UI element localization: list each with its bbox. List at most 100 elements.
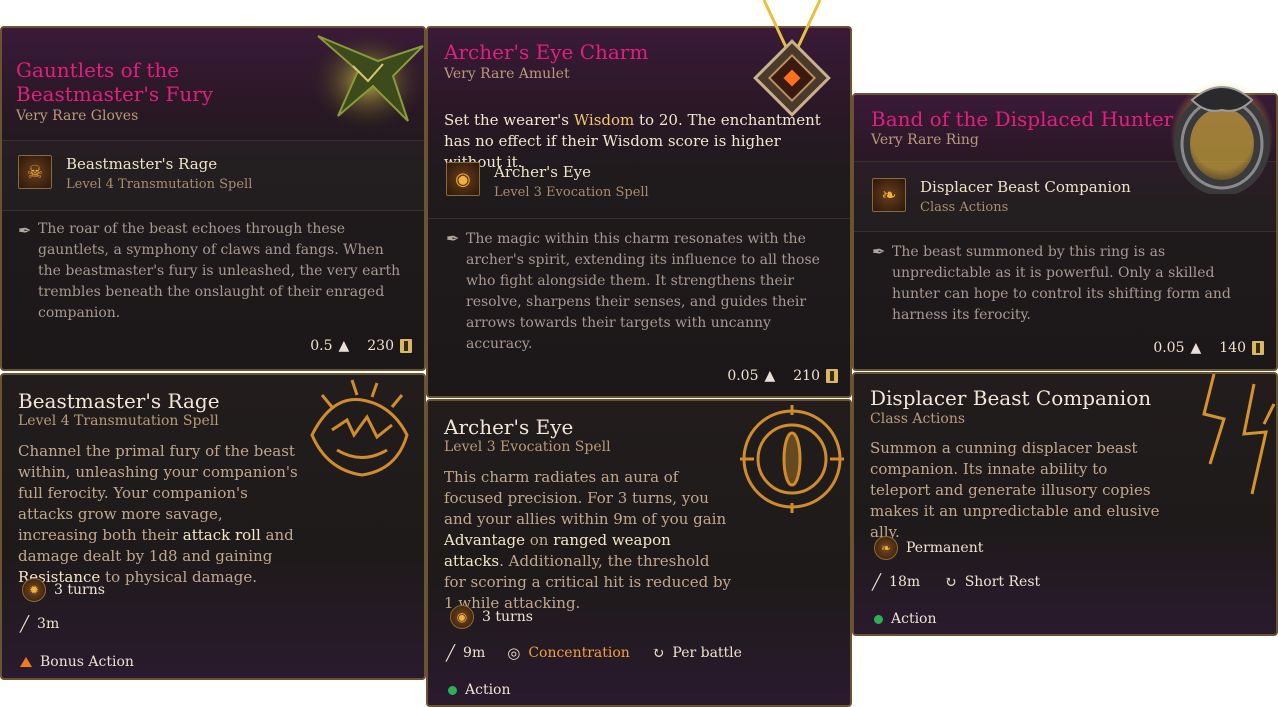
spell-name: Archer's Eye <box>444 415 574 439</box>
concentration-label[interactable]: Concentration <box>528 645 630 661</box>
range-value: 3m <box>37 616 60 632</box>
desc-text: to physical damage. <box>100 568 257 586</box>
ability-name: Displacer Beast Companion <box>920 178 1131 196</box>
recharge-value: Per battle <box>672 645 742 661</box>
spell-description: Channel the primal fury of the beast wit… <box>18 441 298 588</box>
action-cost-row: Bonus Action <box>20 654 134 670</box>
ability-subtitle: Level 3 Evocation Spell <box>494 185 649 200</box>
keyword-attack-roll[interactable]: attack roll <box>183 526 261 544</box>
recharge-icon: ↻ <box>651 644 665 662</box>
item-rarity: Very Rare Gloves <box>16 108 139 124</box>
item-name: Archer's Eye Charm <box>444 40 649 64</box>
duration-value: Permanent <box>906 540 984 556</box>
duration-row: ❧ Permanent <box>874 536 983 560</box>
action-cost-row: Action <box>874 611 937 627</box>
flavor-text: The roar of the beast echoes through the… <box>38 221 401 321</box>
concentration-icon: ◎ <box>507 644 521 662</box>
amulet-item-icon <box>753 0 831 117</box>
spell-subtitle: Class Actions <box>870 411 966 427</box>
range-row: ╱ 3m <box>20 615 59 633</box>
displacer-beast-icon: ❧ <box>872 178 906 212</box>
spell-description: This charm radiates an aura of focused p… <box>444 467 734 614</box>
range-icon: ╱ <box>872 573 882 591</box>
spell-tooltip-displacer-beast-companion: Displacer Beast Companion Class Actions … <box>852 372 1278 636</box>
feather-quill-icon: ✒ <box>18 221 32 240</box>
recharge-icon: ↻ <box>944 573 957 591</box>
range-value: 18m <box>889 574 921 590</box>
beast-head-icon: ☠ <box>18 155 52 189</box>
action-cost-row: Action <box>448 682 511 698</box>
gold-coin-icon <box>400 339 412 353</box>
weight-icon: ▲ <box>1190 340 1202 356</box>
flavor-section: ✒ The beast summoned by this ring is as … <box>854 231 1276 323</box>
gauntlets-item-icon <box>310 31 424 131</box>
spell-tooltip-archers-eye: Archer's Eye Level 3 Evocation Spell Thi… <box>426 399 852 707</box>
item-name: Band of the Displaced Hunter <box>871 107 1174 131</box>
action-cost: Action <box>891 611 937 627</box>
ability-name: Archer's Eye <box>494 163 592 181</box>
action-icon <box>874 614 883 624</box>
ability-row[interactable]: ◉ Archer's Eye Level 3 Evocation Spell <box>428 152 850 212</box>
ability-name: Beastmaster's Rage <box>66 155 218 173</box>
displacer-beast-companion-spell-icon <box>1202 374 1276 495</box>
weight-value: 0.5 <box>310 338 333 354</box>
ability-row[interactable]: ☠ Beastmaster's Rage Level 4 Transmutati… <box>2 140 424 211</box>
gold-coin-icon <box>826 369 838 383</box>
feather-quill-icon: ✒ <box>872 242 886 261</box>
keyword-advantage[interactable]: Advantage <box>444 531 525 549</box>
gold-value: 210 <box>793 368 820 384</box>
flavor-text: The magic within this charm resonates wi… <box>466 231 820 352</box>
weight-value: 0.05 <box>1153 340 1185 356</box>
spell-tooltip-beastmasters-rage: Beastmaster's Rage Level 4 Transmutation… <box>0 373 426 680</box>
action-cost: Bonus Action <box>40 654 134 670</box>
action-cost: Action <box>465 682 511 698</box>
gold-coin-icon <box>1252 341 1264 355</box>
duration-value: 3 turns <box>482 609 533 625</box>
turns-icon: ◉ <box>450 605 474 629</box>
spell-subtitle: Level 3 Evocation Spell <box>444 439 611 455</box>
item-price: 0.05 ▲ 210 <box>727 368 838 384</box>
item-rarity: Very Rare Amulet <box>444 66 570 82</box>
spell-name: Displacer Beast Companion <box>870 386 1152 410</box>
duration-value: 3 turns <box>54 582 105 598</box>
range-icon: ╱ <box>446 644 456 662</box>
flavor-section: ✒ The roar of the beast echoes through t… <box>2 210 424 321</box>
displacer-beast-icon: ❧ <box>874 536 898 560</box>
item-price: 0.5 ▲ 230 <box>310 338 412 354</box>
desc-text: This charm radiates an aura of focused p… <box>444 468 727 528</box>
desc-text: on <box>524 531 554 549</box>
weight-icon: ▲ <box>338 338 350 354</box>
keyword-wisdom[interactable]: Wisdom <box>574 111 635 129</box>
ring-item-icon <box>1170 80 1274 194</box>
gold-value: 140 <box>1219 340 1246 356</box>
archers-eye-spell-icon <box>740 405 844 513</box>
item-tooltip-gauntlets: Gauntlets of the Beastmaster's Fury Very… <box>0 26 426 371</box>
recharge-value: Short Rest <box>964 574 1041 590</box>
flavor-section: ✒ The magic within this charm resonates … <box>428 218 850 352</box>
effect-text: Set the wearer's <box>444 111 574 129</box>
item-rarity: Very Rare Ring <box>871 132 979 148</box>
bonus-action-icon <box>20 657 32 667</box>
gold-value: 230 <box>367 338 394 354</box>
range-row: ╱ 9m ◎ Concentration ↻ Per battle <box>446 644 742 662</box>
duration-row: ◉ 3 turns <box>450 605 533 629</box>
weight-value: 0.05 <box>727 368 759 384</box>
beastmasters-rage-spell-icon <box>310 379 409 477</box>
duration-row: ✹ 3 turns <box>22 578 105 602</box>
turns-icon: ✹ <box>22 578 46 602</box>
ability-subtitle: Class Actions <box>920 200 1009 215</box>
spell-subtitle: Level 4 Transmutation Spell <box>18 413 219 429</box>
flavor-text: The beast summoned by this ring is as un… <box>892 244 1231 323</box>
ability-subtitle: Level 4 Transmutation Spell <box>66 177 253 192</box>
action-icon <box>448 685 457 695</box>
feather-quill-icon: ✒ <box>446 229 460 248</box>
weight-icon: ▲ <box>764 368 776 384</box>
spell-description: Summon a cunning displacer beast compani… <box>870 439 1160 541</box>
range-value: 9m <box>463 645 486 661</box>
spell-name: Beastmaster's Rage <box>18 389 220 413</box>
item-price: 0.05 ▲ 140 <box>1153 340 1264 356</box>
item-name: Gauntlets of the Beastmaster's Fury <box>16 58 214 106</box>
range-row: ╱ 18m ↻ Short Rest <box>872 573 1040 591</box>
eye-rune-icon: ◉ <box>446 162 480 196</box>
range-icon: ╱ <box>20 615 30 633</box>
